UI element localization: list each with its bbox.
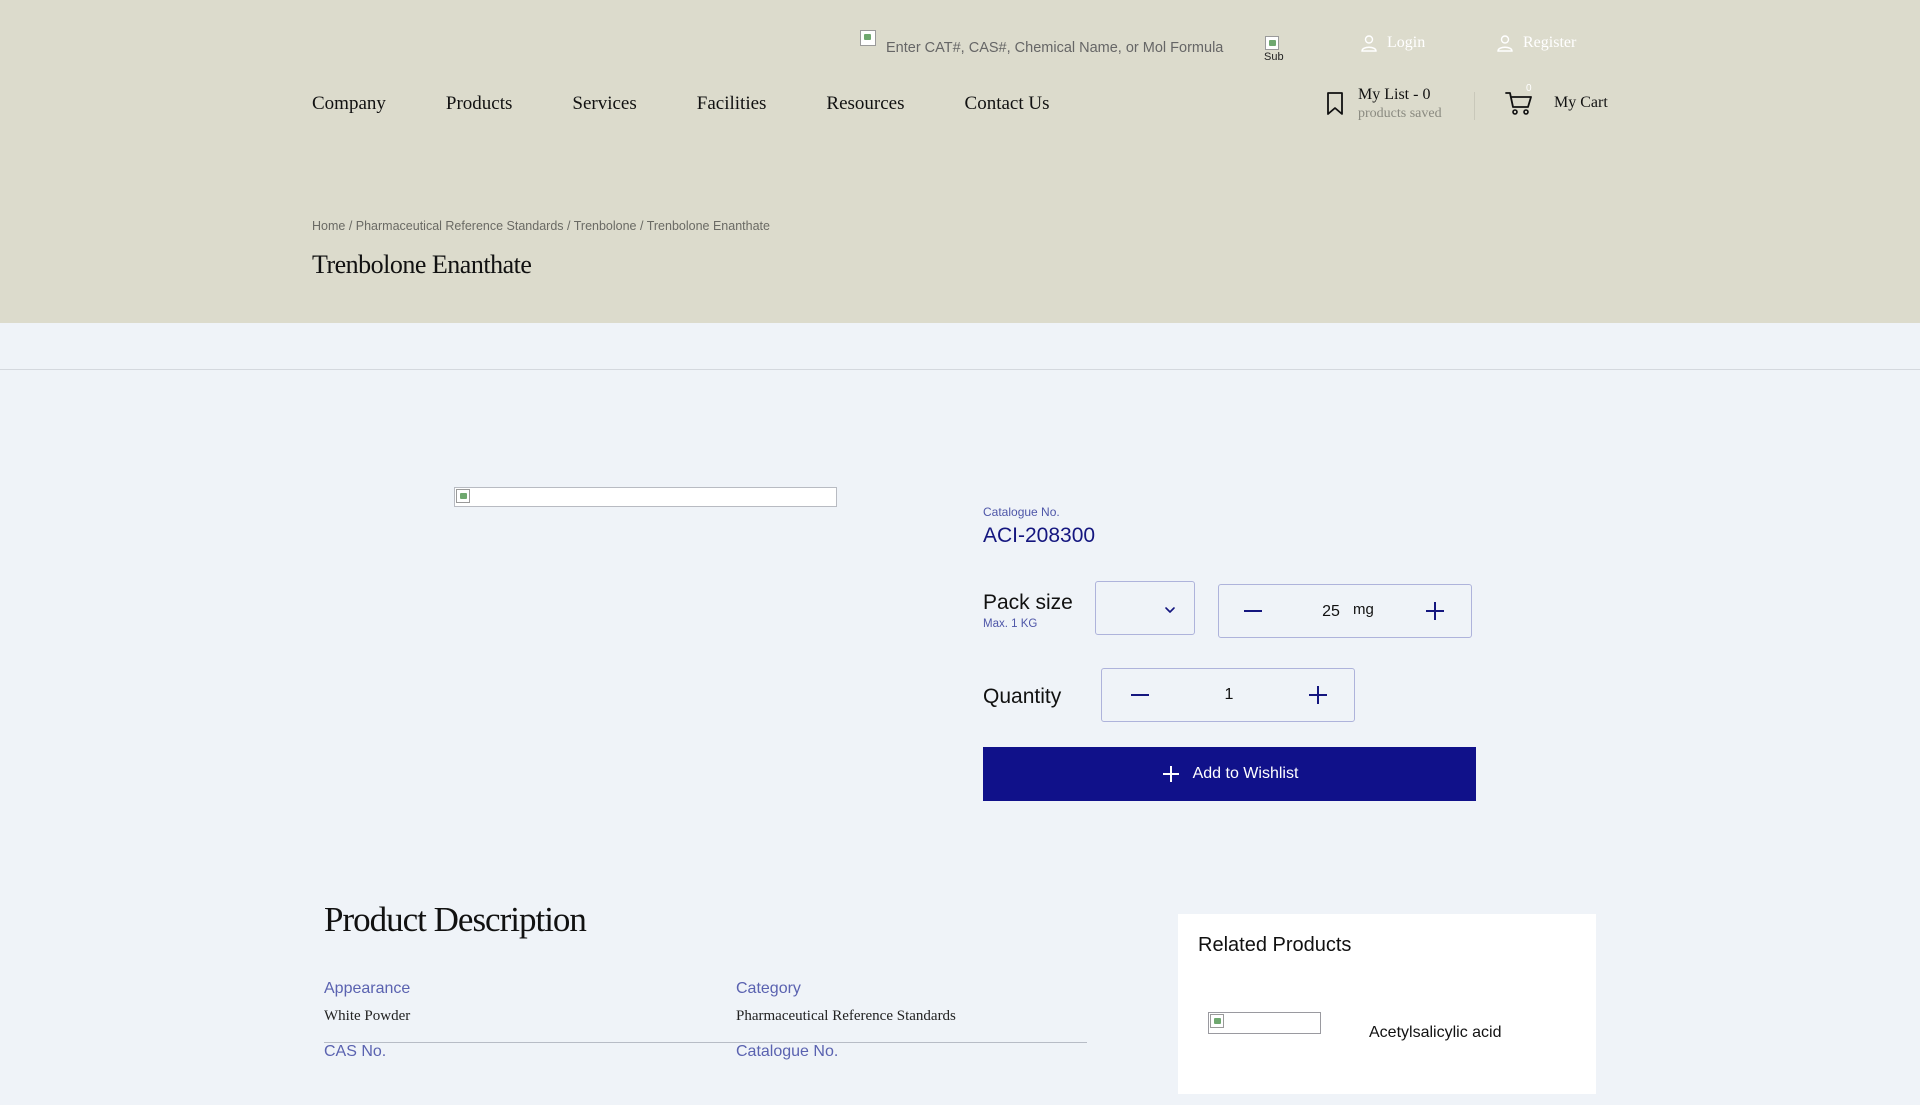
broken-image-icon: [1210, 1014, 1224, 1028]
breadcrumb-category[interactable]: Pharmaceutical Reference Standards: [356, 219, 564, 233]
nav-item-contact-us[interactable]: Contact Us: [965, 93, 1050, 115]
description-value: White Powder: [324, 1008, 411, 1024]
description-key: Catalogue No.: [736, 1043, 839, 1060]
product-image: [454, 487, 837, 507]
page-title: Trenbolone Enanthate: [312, 250, 532, 279]
quantity-decrease-button[interactable]: [1120, 669, 1160, 721]
breadcrumb-separator: /: [345, 219, 356, 233]
pack-size-stepper: mg: [1218, 584, 1472, 638]
nav-item-facilities[interactable]: Facilities: [697, 93, 767, 115]
my-list-link[interactable]: My List - 0 products saved: [1323, 85, 1473, 125]
related-products-panel: Related Products Acetylsalicylic acid: [1178, 914, 1596, 1094]
my-list-subtitle: products saved: [1358, 106, 1442, 121]
breadcrumb-parent[interactable]: Trenbolone: [574, 219, 637, 233]
cart-label: My Cart: [1554, 94, 1608, 111]
login-link[interactable]: Login: [1359, 32, 1425, 54]
cart-count-badge: 0: [1526, 83, 1532, 94]
description-row: Appearance White Powder Category Pharmac…: [324, 980, 1087, 1043]
minus-icon: [1244, 610, 1262, 612]
size-unit: mg: [1353, 601, 1374, 618]
submit-image-icon: [1265, 36, 1279, 50]
description-key: Appearance: [324, 980, 411, 997]
quantity-increase-button[interactable]: [1298, 669, 1338, 721]
user-icon: [1361, 35, 1377, 52]
pack-size-select[interactable]: [1095, 581, 1195, 635]
section-divider-strip: [0, 323, 1920, 370]
breadcrumb-separator: /: [636, 219, 647, 233]
breadcrumb-separator: /: [563, 219, 574, 233]
breadcrumb-current: Trenbolone Enanthate: [646, 219, 770, 233]
main-nav: Company Products Services Facilities Res…: [312, 93, 1109, 115]
site-header: Sub Login Register Company Products Serv…: [0, 0, 1920, 323]
description-cell: Category Pharmaceutical Reference Standa…: [736, 980, 1136, 1025]
minus-icon: [1131, 694, 1149, 696]
breadcrumb-home[interactable]: Home: [312, 219, 345, 233]
pack-size-max: Max. 1 KG: [983, 618, 1038, 630]
nav-item-resources[interactable]: Resources: [826, 93, 904, 115]
bookmark-icon: [1327, 92, 1343, 115]
product-description-table: Appearance White Powder Category Pharmac…: [324, 980, 1087, 1105]
header-divider: [1474, 92, 1475, 120]
description-value: Pharmaceutical Reference Standards: [736, 1008, 956, 1024]
description-key: CAS No.: [324, 1043, 387, 1060]
add-to-wishlist-label: Add to Wishlist: [1192, 765, 1299, 782]
size-decrease-button[interactable]: [1233, 585, 1273, 637]
cart-link[interactable]: 0 My Cart: [1504, 83, 1614, 119]
nav-item-company[interactable]: Company: [312, 93, 386, 115]
nav-item-services[interactable]: Services: [572, 93, 636, 115]
related-products-title: Related Products: [1198, 934, 1352, 956]
related-product-image[interactable]: [1208, 1012, 1321, 1034]
login-label: Login: [1387, 34, 1426, 51]
size-increase-button[interactable]: [1415, 585, 1455, 637]
search-input[interactable]: [886, 38, 1226, 58]
plus-icon: [1162, 766, 1179, 782]
plus-icon: [1309, 686, 1327, 704]
description-row: CAS No. Catalogue No.: [324, 1043, 1087, 1105]
register-label: Register: [1523, 34, 1577, 51]
size-value-input[interactable]: [1311, 602, 1351, 622]
add-to-wishlist-button[interactable]: Add to Wishlist: [983, 747, 1476, 801]
my-list-title: My List - 0: [1358, 86, 1431, 103]
catalogue-label: Catalogue No.: [983, 505, 1060, 519]
search-bar: [860, 30, 1226, 66]
pack-size-label: Pack size: [983, 591, 1073, 614]
product-description-title: Product Description: [324, 900, 587, 939]
quantity-stepper: [1101, 668, 1355, 722]
chevron-down-icon: [1165, 607, 1175, 613]
description-cell: Appearance White Powder: [324, 980, 724, 1025]
description-cell: CAS No.: [324, 1043, 724, 1071]
catalogue-number: ACI-208300: [983, 524, 1096, 547]
search-submit-alt: Sub: [1264, 51, 1284, 63]
user-icon: [1497, 35, 1513, 52]
nav-item-products[interactable]: Products: [446, 93, 513, 115]
quantity-label: Quantity: [983, 685, 1062, 708]
plus-icon: [1426, 602, 1444, 620]
register-link[interactable]: Register: [1495, 32, 1576, 54]
description-cell: Catalogue No.: [736, 1043, 1136, 1071]
broken-image-icon: [456, 489, 470, 503]
search-submit-button[interactable]: Sub: [1263, 36, 1287, 66]
related-product-name[interactable]: Acetylsalicylic acid: [1369, 1024, 1501, 1042]
search-icon: [860, 30, 876, 46]
breadcrumb: Home / Pharmaceutical Reference Standard…: [312, 219, 770, 233]
quantity-input[interactable]: [1204, 685, 1254, 705]
description-key: Category: [736, 980, 801, 997]
